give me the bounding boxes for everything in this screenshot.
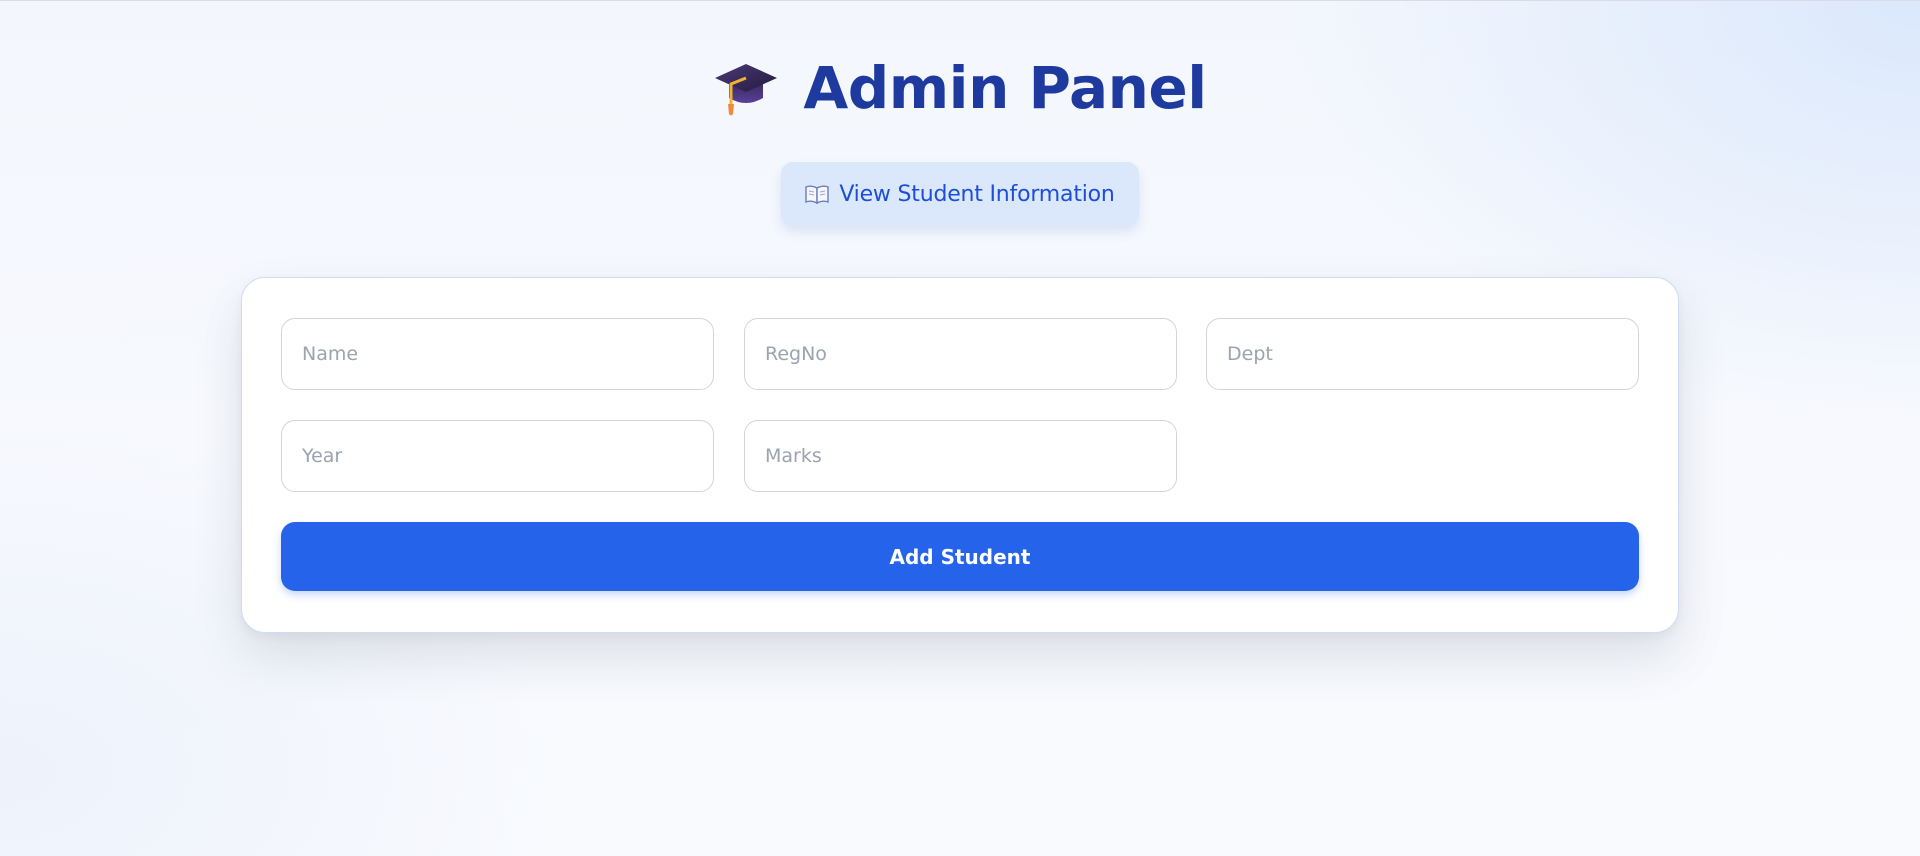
add-student-button[interactable]: Add Student <box>281 522 1639 591</box>
marks-field[interactable] <box>744 420 1177 492</box>
view-student-information-button[interactable]: View Student Information <box>781 162 1139 226</box>
add-student-form-card: Add Student <box>241 277 1679 633</box>
open-book-icon <box>805 184 830 205</box>
graduation-cap-icon <box>713 54 779 120</box>
view-student-information-label: View Student Information <box>839 181 1115 207</box>
name-field[interactable] <box>281 318 714 390</box>
top-border <box>0 0 1920 1</box>
year-field[interactable] <box>281 420 714 492</box>
dept-field[interactable] <box>1206 318 1639 390</box>
page-header: Admin Panel <box>0 52 1920 122</box>
page-title: Admin Panel <box>803 54 1207 122</box>
regno-field[interactable] <box>744 318 1177 390</box>
